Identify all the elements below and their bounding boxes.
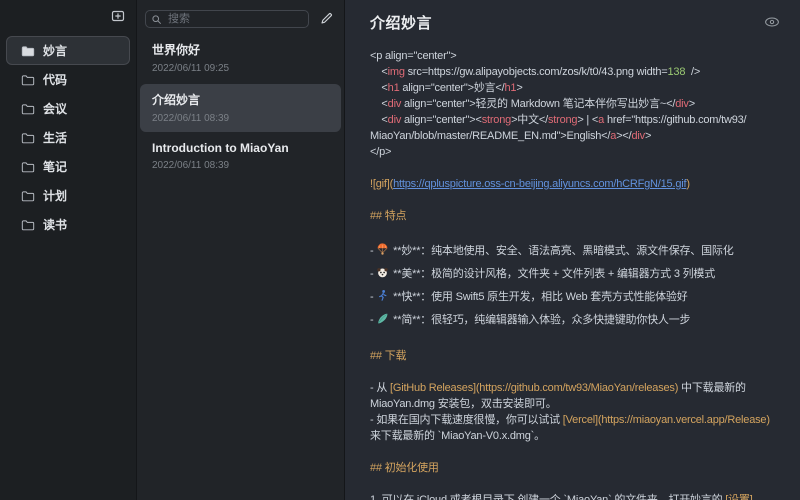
folder-icon [21,45,35,57]
folder-icon [21,103,35,115]
note-list-panel: 世界你好 2022/06/11 09:25 介绍妙言 2022/06/11 08:39… [137,0,345,500]
editor-line: - **简**：很轻巧，纯编辑器输入体验，众多快捷键助你快人一步 [370,309,790,332]
sidebar-item-folder-1[interactable]: 妙言 [6,36,130,65]
search-field-wrap [145,9,309,27]
note-item-date: 2022/06/11 09:25 [152,63,329,74]
folder-sidebar: 妙言代码会议生活笔记计划读书 [0,0,137,500]
editor-blank-line [370,364,790,380]
folder-icon [21,190,35,202]
folder-icon [21,74,35,86]
editor-line: <img src=https://gw.alipayobjects.com/zo… [370,64,790,80]
editor-line: ## 下载 [370,348,790,364]
editor-line: - 从 [GitHub Releases](https://github.com… [370,380,790,396]
note-list-item-2[interactable]: 介绍妙言 2022/06/11 08:39 [140,84,341,132]
editor-blank-line [370,160,790,176]
parachute-emoji-icon [376,242,390,255]
editor-line: <p align="center"> [370,48,790,64]
folder-label: 会议 [43,100,67,117]
pencil-icon[interactable] [316,8,336,28]
eye-icon[interactable] [762,12,782,32]
sidebar-item-folder-4[interactable]: 生活 [6,123,130,152]
editor-line: ![gif](https://qpluspicture.oss-cn-beiji… [370,176,790,192]
folder-label: 妙言 [43,42,67,59]
note-item-title: 世界你好 [152,41,329,58]
sidebar-item-folder-3[interactable]: 会议 [6,94,130,123]
miaoyan-window: 妙言代码会议生活笔记计划读书 世界你好 2022/06/11 09:25 介绍妙言 2… [0,0,800,500]
search-input[interactable] [145,10,309,28]
folder-label: 计划 [43,187,67,204]
folder-icon [21,132,35,144]
sidebar-item-folder-6[interactable]: 计划 [6,181,130,210]
folder-label: 代码 [43,71,67,88]
sidebar-item-folder-7[interactable]: 读书 [6,210,130,239]
editor-line: 1. 可以在 iCloud 或者根目录下 创建一个 `MiaoYan` 的文件夹… [370,492,790,500]
note-item-title: 介绍妙言 [152,91,329,108]
editor-blank-line [370,224,790,240]
dog-face-emoji-icon [376,265,390,278]
folder-icon [21,219,35,231]
editor-line: 来下载最新的 `MiaoYan-V0.x.dmg`。 [370,428,790,444]
note-title: 介绍妙言 [370,12,786,33]
editor-line: <div align="center"><strong>中文</strong> … [370,112,790,128]
sidebar-item-folder-2[interactable]: 代码 [6,65,130,94]
editor-line: ## 初始化使用 [370,460,790,476]
note-list-toolbar [137,0,344,32]
search-icon [151,12,162,30]
folder-label: 笔记 [43,158,67,175]
note-item-date: 2022/06/11 08:39 [152,160,329,171]
note-list-item-3[interactable]: Introduction to MiaoYan 2022/06/11 08:39 [140,134,341,179]
folder-icon [21,161,35,173]
folder-label: 生活 [43,129,67,146]
editor-line: - 如果在国内下载速度很慢，你可以试试 [Vercel](https://mia… [370,412,790,428]
editor-line: - **妙**：纯本地使用、安全、语法高亮、黑暗模式、源文件保存、国际化 [370,240,790,263]
feather-emoji-icon [376,311,390,324]
note-list-item-1[interactable]: 世界你好 2022/06/11 09:25 [140,34,341,82]
editor-line: </p> [370,144,790,160]
editor-blank-line [370,444,790,460]
markdown-source: <p align="center"> <img src=https://gw.a… [370,48,790,500]
editor-blank-line [370,476,790,492]
runner-emoji-icon [376,288,390,301]
folder-plus-icon[interactable] [108,6,128,26]
editor-blank-line [370,192,790,208]
editor-line: MiaoYan.dmg 安装包，双击安装即可。 [370,396,790,412]
editor-line: ## 特点 [370,208,790,224]
folder-label: 读书 [43,216,67,233]
editor-line: - **美**：极简的设计风格，文件夹 + 文件列表 + 编辑器方式 3 列模式 [370,263,790,286]
folder-list: 妙言代码会议生活笔记计划读书 [0,36,136,239]
editor-line: <div align="center">轻灵的 Markdown 笔记本伴你写出… [370,96,790,112]
sidebar-toolbar [0,0,136,36]
editor-line: - **快**：使用 Swift5 原生开发，相比 Web 套壳方式性能体验好 [370,286,790,309]
sidebar-item-folder-5[interactable]: 笔记 [6,152,130,181]
editor-blank-line [370,332,790,348]
note-item-date: 2022/06/11 08:39 [152,113,329,124]
editor-line: MiaoYan/blob/master/README_EN.md">Englis… [370,128,790,144]
editor-panel[interactable]: 介绍妙言 <p align="center"> <img src=https:/… [345,0,800,500]
note-item-title: Introduction to MiaoYan [152,141,329,155]
editor-line: <h1 align="center">妙言</h1> [370,80,790,96]
note-list: 世界你好 2022/06/11 09:25 介绍妙言 2022/06/11 08:39… [137,34,344,179]
